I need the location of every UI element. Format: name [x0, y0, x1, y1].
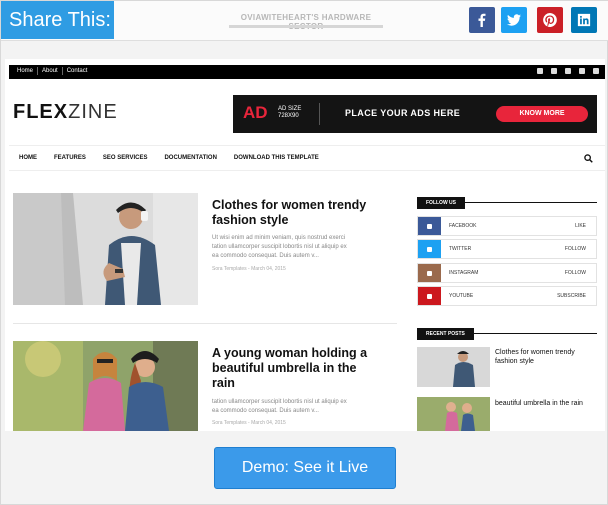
nav-download-template[interactable]: DOWNLOAD THIS TEMPLATE	[234, 155, 319, 161]
excerpt-line: ea commodo consequat. Duis autem v...	[212, 253, 319, 259]
topnav-contact-link[interactable]: Contact	[63, 67, 92, 75]
post-title-line: fashion style	[212, 213, 289, 227]
instagram-icon	[418, 264, 441, 282]
topnav-home-link[interactable]: Home	[13, 67, 39, 75]
recent-post-thumbnail[interactable]	[417, 347, 490, 387]
man-with-headphones-image	[13, 193, 198, 305]
logo-thin-text: ZINE	[68, 101, 118, 123]
google-plus-icon[interactable]	[593, 68, 599, 74]
ad-size-label: AD SIZE 728X90	[278, 106, 301, 120]
follow-twitter[interactable]: TWITTER FOLLOW	[417, 239, 597, 259]
recent-posts-heading: RECENT POSTS	[417, 322, 597, 340]
pinterest-icon	[543, 13, 557, 27]
follow-network-name: INSTAGRAM	[449, 270, 479, 276]
follow-action: FOLLOW	[564, 246, 586, 252]
women-laughing-image	[13, 341, 198, 431]
linkedin-share-button[interactable]	[571, 7, 597, 33]
follow-instagram[interactable]: INSTAGRAM FOLLOW	[417, 263, 597, 283]
twitter-icon	[507, 14, 521, 26]
post-title-line: beautiful umbrella in the	[212, 361, 357, 375]
follow-action: LIKE	[575, 223, 586, 229]
pinterest-icon[interactable]	[565, 68, 571, 74]
facebook-icon	[478, 13, 486, 27]
nav-seo-services[interactable]: SEO SERVICES	[103, 155, 148, 161]
know-more-button[interactable]: KNOW MORE	[496, 106, 588, 122]
recent-title-line: fashion style	[495, 358, 534, 365]
top-navigation-bar: Home About Contact	[9, 65, 605, 79]
recent-post-title[interactable]: beautiful umbrella in the rain	[495, 399, 583, 408]
women-laughing-thumb	[417, 397, 490, 431]
excerpt-line: Ut wisi enim ad minim veniam, quis nostr…	[212, 235, 346, 241]
post-title[interactable]: Clothes for women trendy fashion style	[212, 198, 366, 228]
post-meta: Sora Templates - March 04, 2015	[212, 420, 286, 426]
ad-label: AD	[243, 103, 268, 122]
follow-facebook[interactable]: FACEBOOK LIKE	[417, 216, 597, 236]
post-thumbnail[interactable]	[13, 341, 198, 431]
nav-home[interactable]: HOME	[19, 155, 37, 161]
linkedin-icon	[577, 13, 591, 27]
follow-youtube[interactable]: YOUTUBE SUBSCRIBE	[417, 286, 597, 306]
watermark-underline	[229, 25, 383, 28]
ad-text: PLACE YOUR ADS HERE	[345, 108, 461, 118]
ad-size-line2: 728X90	[278, 113, 299, 119]
recent-title-line: Clothes for women trendy	[495, 349, 575, 356]
site-logo[interactable]: FLEXZINE	[13, 101, 118, 124]
preview-card: Share This: OVIAWITEHEART'S HARDWARE SEC…	[0, 0, 608, 505]
youtube-icon	[418, 287, 441, 305]
twitter-icon	[418, 240, 441, 258]
follow-network-name: YOUTUBE	[449, 293, 474, 299]
man-with-headphones-thumb	[417, 347, 490, 387]
pinterest-share-button[interactable]	[537, 7, 563, 33]
follow-action: SUBSCRIBE	[557, 293, 586, 299]
template-preview: Home About Contact FLEXZINE AD AD SIZE 72…	[5, 59, 605, 431]
post-title-line: A young woman holding a	[212, 346, 368, 360]
share-label: Share This:	[1, 1, 114, 39]
ad-divider	[319, 103, 320, 125]
watermark-text: OVIAWITEHEART'S HARDWARE SECTOR	[240, 13, 372, 31]
post-divider	[13, 323, 397, 324]
recent-post-title[interactable]: Clothes for women trendy fashion style	[495, 348, 575, 366]
demo-live-button[interactable]: Demo: See it Live	[214, 447, 396, 489]
post-thumbnail[interactable]	[13, 193, 198, 305]
twitter-share-button[interactable]	[501, 7, 527, 33]
search-icon[interactable]	[584, 154, 593, 163]
follow-action: FOLLOW	[564, 270, 586, 276]
post-excerpt: Ut wisi enim ad minim veniam, quis nostr…	[212, 234, 347, 261]
post-title-line: Clothes for women trendy	[212, 198, 367, 212]
main-navigation: HOME FEATURES SEO SERVICES DOCUMENTATION…	[9, 145, 605, 171]
twitter-icon[interactable]	[551, 68, 557, 74]
facebook-icon[interactable]	[537, 68, 543, 74]
post-meta: Sora Templates - March 04, 2015	[212, 266, 286, 272]
share-bar: Share This: OVIAWITEHEART'S HARDWARE SEC…	[1, 1, 608, 41]
recent-posts-title: RECENT POSTS	[417, 328, 474, 340]
follow-network-name: TWITTER	[449, 246, 472, 252]
instagram-icon[interactable]	[579, 68, 585, 74]
facebook-share-button[interactable]	[469, 7, 495, 33]
nav-documentation[interactable]: DOCUMENTATION	[164, 155, 216, 161]
facebook-icon	[418, 217, 441, 235]
excerpt-line: ea commodo consequat. Duis autem v...	[212, 408, 319, 414]
follow-us-heading: FOLLOW US	[417, 191, 597, 209]
nav-features[interactable]: FEATURES	[54, 155, 86, 161]
ad-size-line1: AD SIZE	[278, 106, 302, 112]
ad-banner[interactable]: AD AD SIZE 728X90 PLACE YOUR ADS HERE KNO…	[233, 95, 597, 133]
post-excerpt: tation ullamcorper suscipit lobortis nis…	[212, 398, 347, 416]
logo-bold-text: FLEX	[13, 101, 69, 123]
follow-us-title: FOLLOW US	[417, 197, 465, 209]
post-title-line: rain	[212, 376, 235, 390]
excerpt-line: tation ullamcorper suscipit lobortis nis…	[212, 244, 347, 250]
excerpt-line: tation ullamcorper suscipit lobortis nis…	[212, 399, 347, 405]
topnav-about-link[interactable]: About	[38, 67, 63, 75]
recent-post-thumbnail[interactable]	[417, 397, 490, 431]
follow-network-name: FACEBOOK	[449, 223, 477, 229]
post-title[interactable]: A young woman holding a beautiful umbrell…	[212, 346, 367, 391]
